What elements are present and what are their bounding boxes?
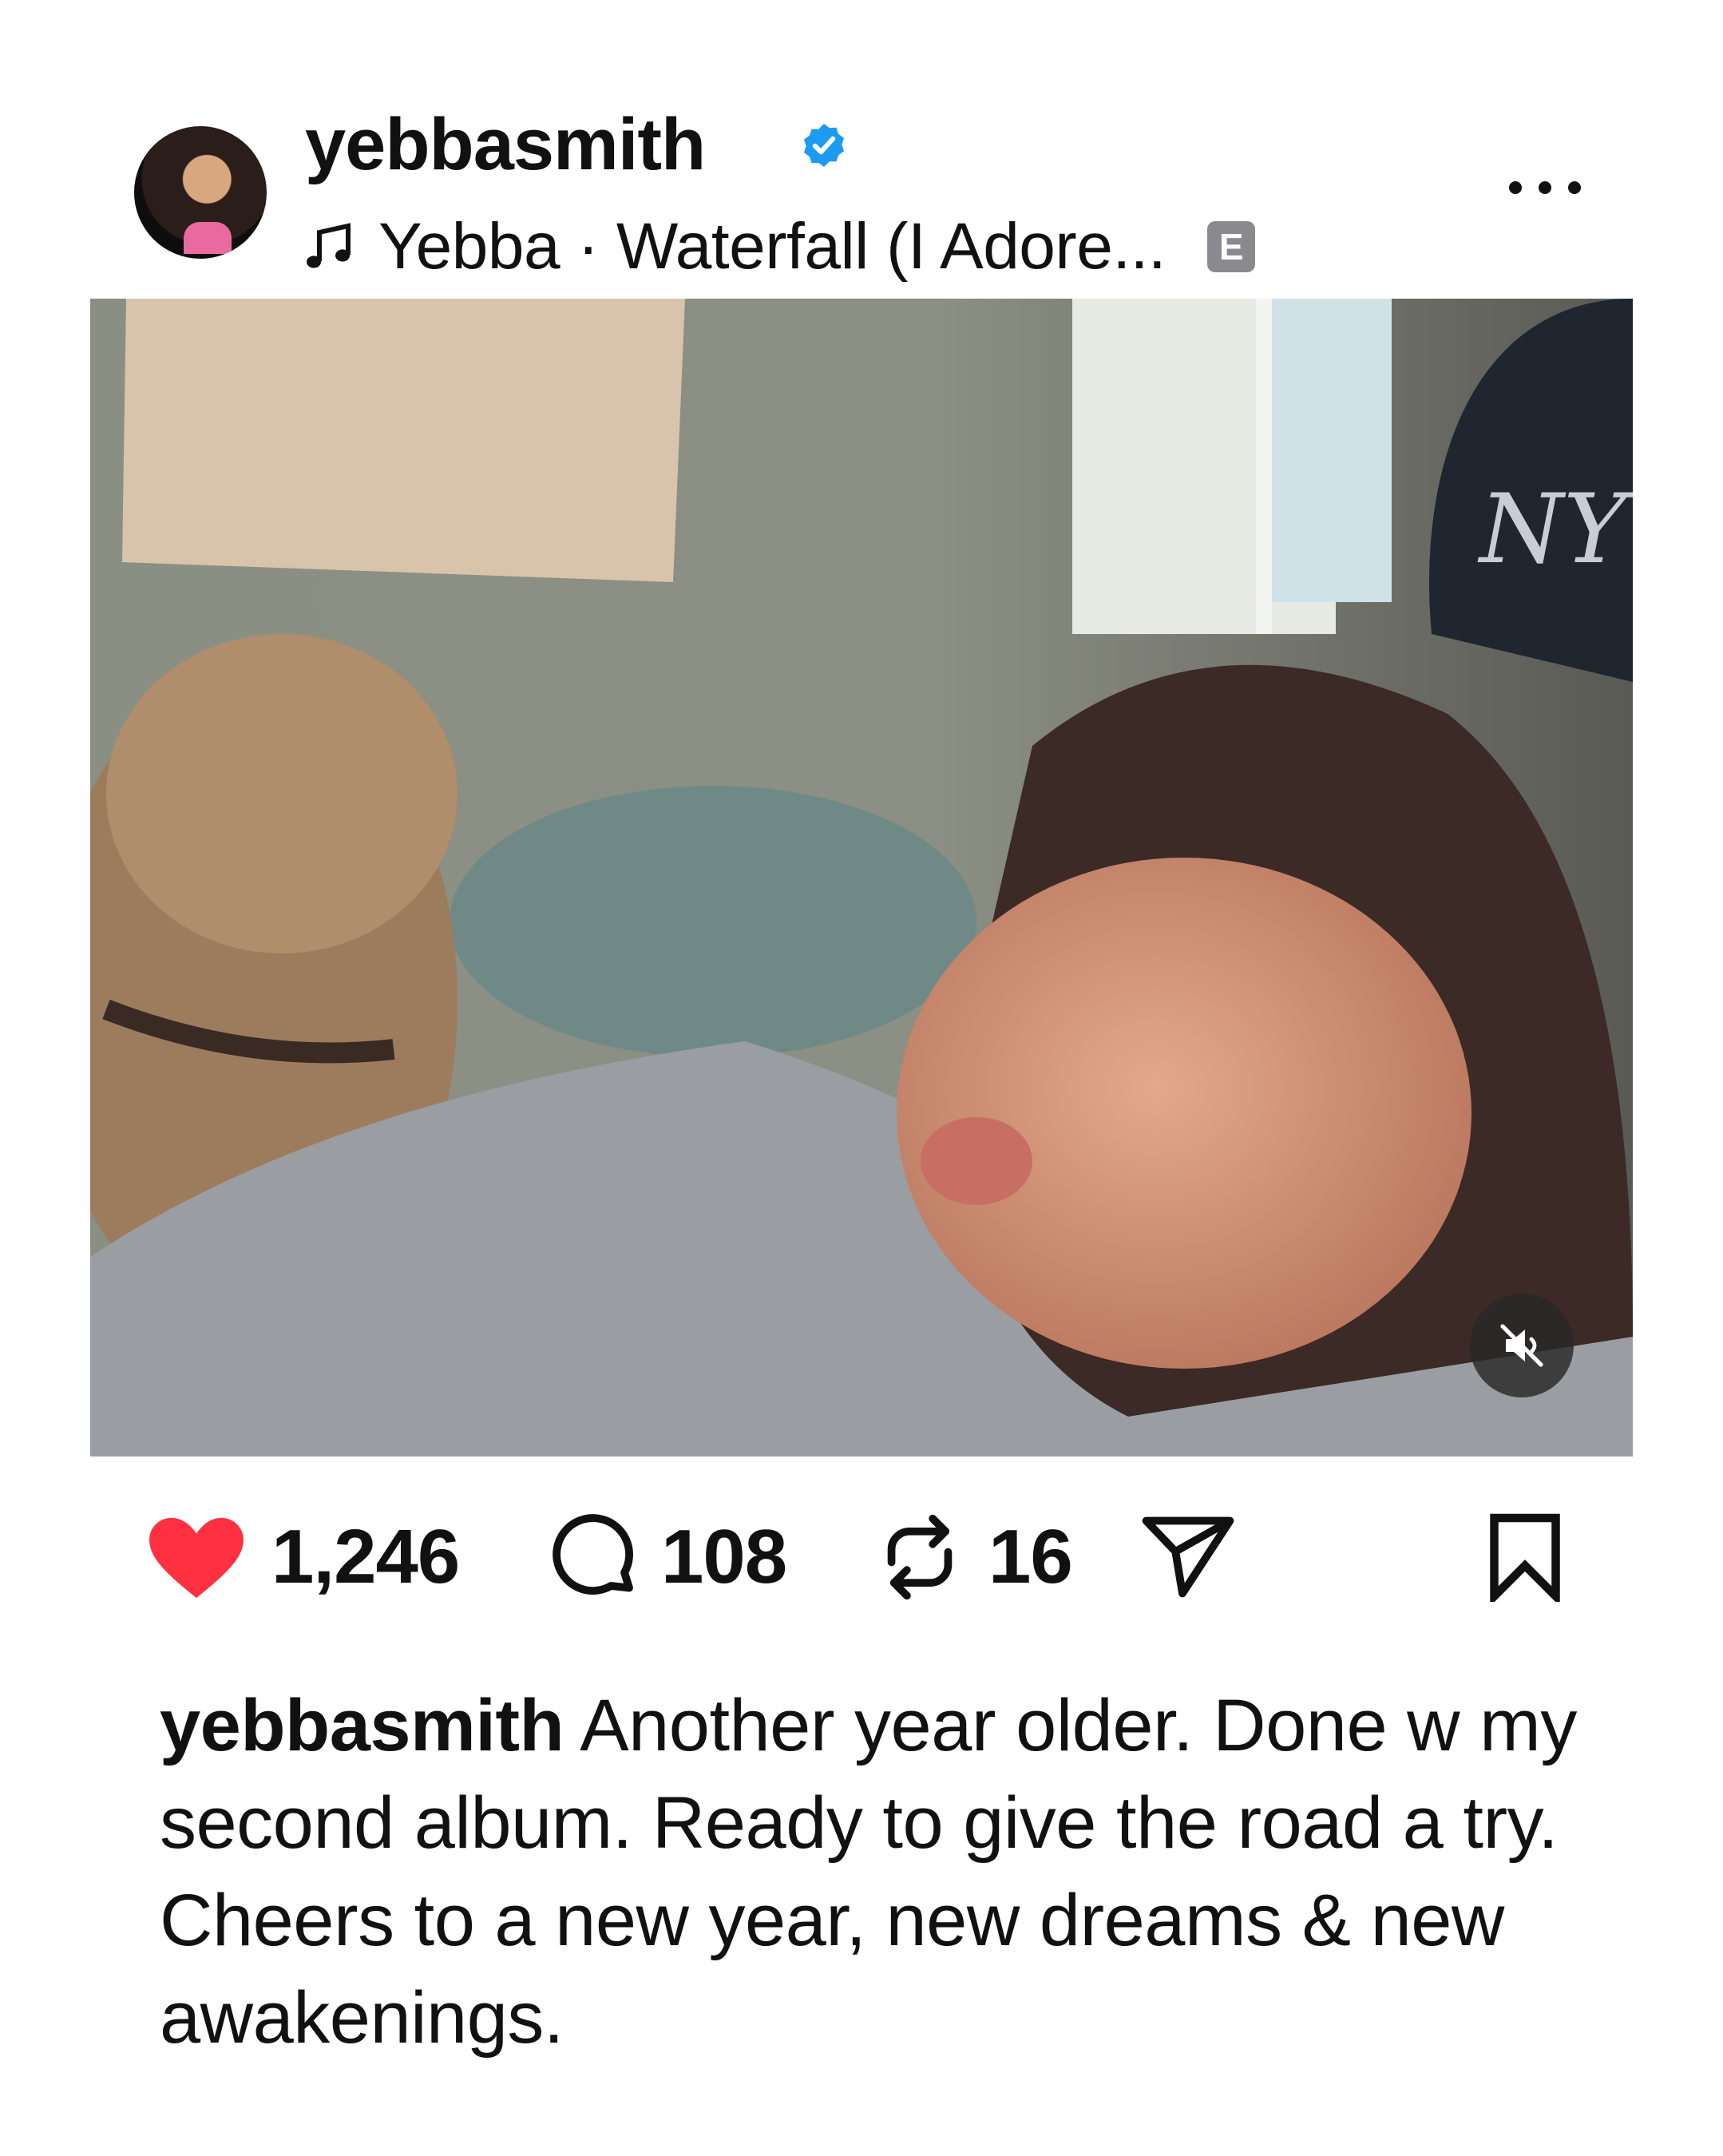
like-button[interactable]: 1,246 — [145, 1501, 460, 1613]
music-attribution[interactable]: Yebba · Waterfall (I Adore... E — [305, 203, 1256, 291]
post-photo: NY — [90, 299, 1633, 1456]
caption-username[interactable]: yebbasmith — [160, 1685, 564, 1766]
action-bar: 1,246 108 16 — [0, 1501, 1723, 1613]
repost-count: 16 — [988, 1514, 1073, 1599]
bookmark-icon — [1490, 1513, 1560, 1602]
post-caption: yebbasmith Another year older. Done w my… — [160, 1677, 1597, 2067]
bookmark-button[interactable] — [1485, 1501, 1565, 1613]
share-icon — [1142, 1516, 1234, 1598]
repost-button[interactable]: 16 — [878, 1501, 1073, 1613]
music-separator: · — [577, 210, 599, 283]
explicit-badge: E — [1207, 221, 1256, 272]
mute-button[interactable] — [1470, 1294, 1574, 1397]
svg-text:NY: NY — [1477, 474, 1633, 585]
avatar[interactable] — [134, 126, 267, 259]
post-image[interactable]: NY — [90, 299, 1633, 1456]
music-artist: Yebba — [378, 210, 560, 283]
more-icon — [1509, 181, 1522, 194]
heart-icon — [149, 1517, 244, 1599]
comment-count: 108 — [661, 1514, 787, 1599]
avatar-shirt — [184, 222, 232, 254]
like-count: 1,246 — [271, 1514, 460, 1599]
mute-icon — [1500, 1324, 1543, 1367]
music-track: Waterfall (I Adore... — [616, 210, 1166, 283]
post-username[interactable]: yebbasmith — [305, 101, 706, 188]
verified-badge-icon — [803, 124, 845, 167]
comment-button[interactable]: 108 — [551, 1501, 787, 1613]
music-note-icon — [307, 223, 351, 268]
comment-icon — [553, 1514, 633, 1595]
repost-icon — [887, 1514, 953, 1600]
share-button[interactable] — [1140, 1501, 1236, 1613]
more-options-button[interactable] — [1509, 168, 1581, 208]
